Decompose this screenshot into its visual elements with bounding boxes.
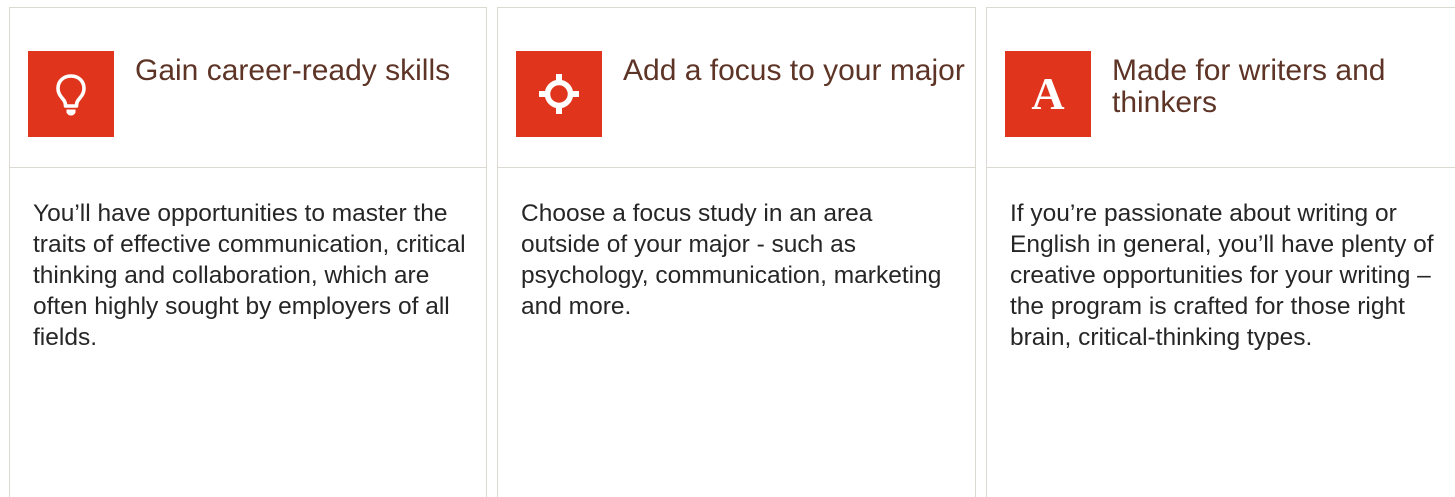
card-header: Add a focus to your major	[498, 8, 975, 168]
card-header: Gain career-ready skills	[10, 8, 486, 168]
svg-text:A: A	[1031, 68, 1064, 119]
card-header: A Made for writers and thinkers	[987, 8, 1455, 168]
card-title: Gain career-ready skills	[135, 54, 451, 87]
card-description: You’ll have opportunities to master the …	[33, 200, 466, 351]
target-crosshair-icon	[516, 51, 602, 137]
lightbulb-icon	[28, 51, 114, 137]
card-description: Choose a focus study in an area outside …	[521, 200, 942, 320]
feature-card-focus-major: Add a focus to your major Choose a focus…	[497, 7, 976, 497]
card-title: Add a focus to your major	[623, 54, 965, 87]
card-description: If you’re passionate about writing or En…	[1010, 200, 1434, 351]
feature-card-career-skills: Gain career-ready skills You’ll have opp…	[9, 7, 487, 497]
card-title: Made for writers and thinkers	[1112, 54, 1386, 119]
feature-card-writers-thinkers: A Made for writers and thinkers If you’r…	[986, 7, 1455, 497]
serif-letter-a-icon: A	[1005, 51, 1091, 137]
